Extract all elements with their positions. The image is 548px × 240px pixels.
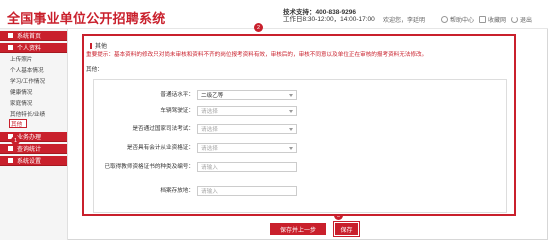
mandarin-level-value: 二级乙等 bbox=[201, 93, 224, 99]
main-content: 其他 重要提示：基本资料的修改只对尚未审核和资料不齐的岗位报考资料有效，审核后的… bbox=[75, 29, 548, 240]
favorite-label: 收藏网 bbox=[488, 18, 507, 24]
form-row-mandarin: 普通话水平： 二级乙等 bbox=[94, 90, 297, 100]
panel-title: 其他 bbox=[90, 41, 107, 50]
important-notice: 重要提示：基本资料的修改只对尚未审核和资料不齐的岗位报考资料有效，审核后的，审核… bbox=[86, 52, 428, 58]
bookmark-icon bbox=[479, 16, 486, 23]
judicial-exam-value: 请选择 bbox=[201, 127, 218, 133]
form-row-judicial-exam: 是否通过国家司法考试： 请选择 bbox=[94, 124, 297, 134]
sidebar-item-basic-info[interactable]: 个人基本情况 bbox=[0, 64, 67, 75]
sidebar-item-family[interactable]: 家庭情况 bbox=[0, 97, 67, 108]
chevron-down-icon bbox=[289, 110, 293, 113]
sidebar-item-query[interactable]: 查询统计 bbox=[0, 144, 67, 154]
save-button[interactable]: 保存 bbox=[335, 223, 358, 235]
accounting-cert-label: 是否具有会计从业资格证： bbox=[126, 145, 194, 151]
home-icon bbox=[8, 33, 13, 38]
judicial-exam-label: 是否通过国家司法考试： bbox=[132, 126, 194, 132]
save-button-highlight: 保存 bbox=[333, 221, 360, 237]
sidebar-item-other[interactable]: 其他 bbox=[9, 119, 27, 128]
driver-license-value: 请选择 bbox=[201, 109, 218, 115]
help-icon bbox=[441, 16, 448, 23]
teacher-cert-input[interactable]: 请输入 bbox=[197, 162, 297, 172]
sidebar-business-label: 业务办理 bbox=[17, 135, 42, 141]
help-label: 帮助中心 bbox=[450, 18, 475, 24]
sidebar-item-photo[interactable]: 上传照片 bbox=[0, 53, 67, 64]
sidebar-home-label: 系统首页 bbox=[17, 34, 42, 40]
other-info-panel: 其他 重要提示：基本资料的修改只对尚未审核和资料不齐的岗位报考资料有效，审核后的… bbox=[82, 34, 516, 216]
archive-location-input[interactable]: 请输入 bbox=[197, 186, 297, 196]
profile-submenu: 上传照片 个人基本情况 学习/工作情况 健康情况 家庭情况 其他特长/业绩 其他 bbox=[0, 53, 67, 128]
mandarin-level-select[interactable]: 二级乙等 bbox=[197, 90, 297, 100]
chart-icon bbox=[8, 146, 13, 151]
save-and-previous-button[interactable]: 保存并上一步 bbox=[270, 223, 326, 235]
section-subtitle: 其他： bbox=[86, 67, 103, 73]
chevron-down-icon bbox=[289, 147, 293, 150]
archive-location-label: 档案存放地： bbox=[160, 188, 194, 194]
sidebar-query-label: 查询统计 bbox=[17, 147, 42, 153]
gear-icon bbox=[8, 158, 13, 163]
sidebar-item-skills[interactable]: 其他特长/业绩 bbox=[0, 108, 67, 119]
hotline-info: 技术支持：400-838-9296 工作日8:30-12:00，14:00-17… bbox=[283, 9, 375, 23]
form-row-driver-license: 车辆驾驶证： 请选择 bbox=[94, 106, 297, 116]
header: 全国事业单位公开招聘系统 技术支持：400-838-9296 工作日8:30-1… bbox=[0, 0, 548, 29]
teacher-cert-label: 已取得教师资格证书的种类及编号： bbox=[104, 164, 194, 170]
sidebar-item-home[interactable]: 系统首页 bbox=[0, 31, 67, 41]
sidebar-item-study-work[interactable]: 学习/工作情况 bbox=[0, 75, 67, 86]
user-icon bbox=[8, 45, 13, 50]
accounting-cert-value: 请选择 bbox=[201, 146, 218, 152]
chevron-down-icon bbox=[289, 128, 293, 131]
welcome-text: 欢迎您，李廷明 bbox=[383, 18, 426, 24]
driver-license-label: 车辆驾驶证： bbox=[160, 108, 194, 114]
form-row-archive-location: 档案存放地： 请输入 bbox=[94, 186, 297, 196]
logout-link[interactable]: 退出 bbox=[511, 15, 532, 24]
judicial-exam-select[interactable]: 请选择 bbox=[197, 124, 297, 134]
sidebar-item-settings[interactable]: 系统设置 bbox=[0, 156, 67, 166]
accounting-cert-select[interactable]: 请选择 bbox=[197, 143, 297, 153]
power-icon bbox=[511, 16, 518, 23]
sidebar: 系统首页 个人资料 上传照片 个人基本情况 学习/工作情况 健康情况 家庭情况 … bbox=[0, 29, 68, 240]
favorite-link[interactable]: 收藏网 bbox=[479, 15, 506, 24]
sidebar-profile-label: 个人资料 bbox=[17, 46, 42, 52]
logout-label: 退出 bbox=[520, 18, 533, 24]
form-actions: 保存并上一步 保存 bbox=[270, 221, 360, 239]
form-row-accounting-cert: 是否具有会计从业资格证： 请选择 bbox=[94, 143, 297, 153]
hotline-phone: 技术支持：400-838-9296 bbox=[283, 9, 356, 16]
site-title: 全国事业单位公开招聘系统 bbox=[7, 11, 166, 26]
sidebar-item-health[interactable]: 健康情况 bbox=[0, 86, 67, 97]
other-info-form: 普通话水平： 二级乙等 车辆驾驶证： 请选择 是否通过国家司法考试： 请选择 是… bbox=[93, 79, 507, 213]
chevron-down-icon bbox=[289, 94, 293, 97]
driver-license-select[interactable]: 请选择 bbox=[197, 106, 297, 116]
sidebar-settings-label: 系统设置 bbox=[17, 159, 42, 165]
help-center-link[interactable]: 帮助中心 bbox=[441, 15, 474, 24]
step-badge-1: 1 bbox=[11, 136, 20, 145]
mandarin-label: 普通话水平： bbox=[160, 92, 194, 98]
sidebar-item-profile[interactable]: 个人资料 bbox=[0, 43, 67, 53]
hotline-hours: 工作日8:30-12:00，14:00-17:00 bbox=[283, 16, 375, 23]
form-row-teacher-cert: 已取得教师资格证书的种类及编号： 请输入 bbox=[94, 162, 297, 172]
